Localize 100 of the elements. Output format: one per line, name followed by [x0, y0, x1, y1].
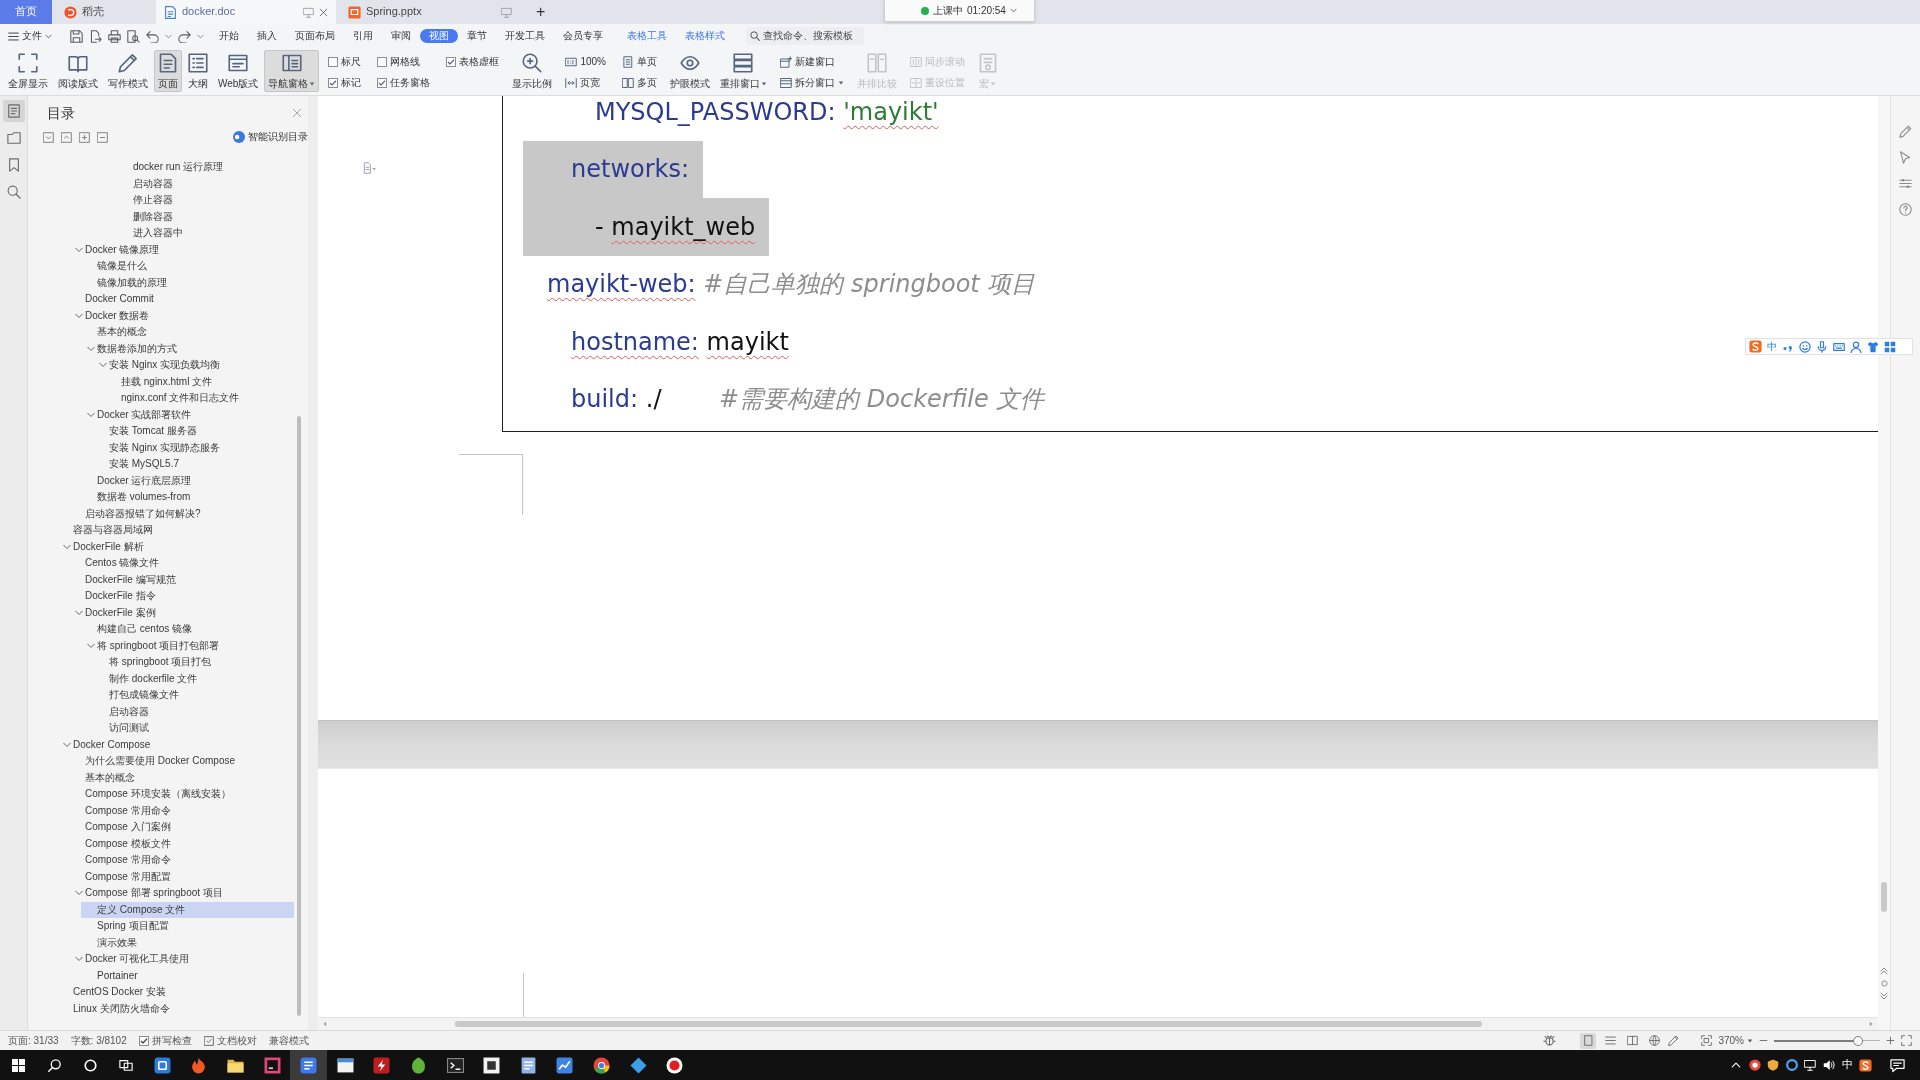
slider-thumb[interactable] — [1852, 1035, 1863, 1046]
outline-item[interactable]: DockerFile 案例 — [69, 604, 294, 621]
checkbox[interactable] — [328, 56, 339, 67]
ribbon-button[interactable]: 写作模式 — [104, 50, 152, 92]
chevron-icon[interactable] — [99, 361, 107, 370]
outline-item[interactable]: 镜像是什么 — [81, 258, 294, 275]
outline-item[interactable]: 数据卷 volumes-from — [81, 489, 294, 506]
outline-item[interactable]: 安装 MySQL5.7 — [93, 456, 294, 473]
horizontal-scrollbar[interactable] — [318, 1017, 1878, 1030]
ribbon-button[interactable]: 导航窗格 — [264, 50, 320, 92]
save-icon[interactable] — [70, 29, 83, 43]
keyboard-icon[interactable] — [1833, 340, 1845, 353]
chevron-icon[interactable] — [75, 245, 83, 254]
outline-item[interactable]: docker run 运行原理 — [117, 159, 294, 176]
chevron-icon[interactable] — [87, 641, 95, 650]
print-icon[interactable] — [108, 29, 121, 43]
scroll-left-icon[interactable] — [322, 1021, 328, 1027]
outline-item[interactable]: Portainer — [81, 967, 294, 984]
outline-item[interactable]: 基本的概念 — [69, 769, 294, 786]
ribbon-button[interactable]: Web版式 — [214, 50, 263, 92]
fit-page-icon[interactable] — [1701, 1035, 1713, 1046]
grid-icon[interactable] — [1884, 340, 1896, 353]
ribbon-button[interactable]: 页宽 — [563, 75, 608, 90]
outline-item[interactable]: Docker 实战部署软件 — [81, 406, 294, 423]
windows-logo-icon[interactable] — [11, 1058, 25, 1072]
ribbon-button[interactable]: 护眼模式 — [665, 50, 714, 92]
person-icon[interactable] — [1850, 340, 1862, 353]
chevron-icon[interactable] — [87, 410, 95, 419]
help-icon[interactable] — [1899, 203, 1912, 216]
shield-icon[interactable] — [1767, 1059, 1780, 1071]
outline-item[interactable]: Compose 模板文件 — [69, 835, 294, 852]
outline-item[interactable]: CentOS Docker 安装 — [57, 984, 294, 1001]
checkbox[interactable] — [377, 56, 388, 67]
side-tab[interactable] — [2, 100, 25, 122]
view-button[interactable] — [1580, 1032, 1597, 1049]
menu-tab[interactable]: 引用 — [344, 29, 382, 43]
document-tab[interactable]: docker.doc — [156, 0, 336, 24]
close-icon[interactable] — [292, 108, 302, 118]
outline-item[interactable]: Docker Commit — [69, 291, 294, 308]
export-icon[interactable] — [89, 29, 102, 43]
smiley-icon[interactable] — [1799, 340, 1811, 353]
menu-tab[interactable]: 表格工具 — [618, 29, 676, 43]
outline-item[interactable]: DockerFile 编写规范 — [69, 571, 294, 588]
pen-icon[interactable] — [1668, 1035, 1680, 1046]
scroll-right-icon[interactable] — [1868, 1021, 1874, 1027]
menu-tab[interactable]: 开始 — [210, 29, 248, 43]
chevron-icon[interactable] — [63, 542, 71, 551]
redo-icon[interactable] — [178, 29, 191, 43]
search-field[interactable]: 查找命令、搜索模板 — [746, 27, 864, 45]
print-preview-icon[interactable] — [127, 29, 140, 43]
outline-item[interactable]: Spring 项目配置 — [81, 918, 294, 935]
new-tab-button[interactable]: + — [524, 0, 558, 24]
caret-icon[interactable] — [1009, 7, 1017, 14]
menu-tab[interactable]: 会员专享 — [554, 29, 612, 43]
outline-item[interactable]: nginx.conf 文件和日志文件 — [105, 390, 294, 407]
outline-item[interactable]: Compose 入门案例 — [69, 819, 294, 836]
outline-item[interactable]: 启动容器 — [117, 175, 294, 192]
menu-tab[interactable]: 审阅 — [382, 29, 420, 43]
scrollbar-thumb[interactable] — [297, 416, 301, 1016]
chevron-up-icon[interactable] — [1731, 1060, 1742, 1070]
outline-item[interactable]: 数据卷添加的方式 — [81, 340, 294, 357]
double-chevron-up-icon[interactable] — [1880, 967, 1888, 975]
ribbon-button[interactable]: 重排窗口 — [715, 50, 771, 92]
outline-item[interactable]: 安装 Tomcat 服务器 — [93, 423, 294, 440]
outline-item[interactable]: Docker Compose — [57, 736, 294, 753]
outline-item[interactable]: Compose 常用配置 — [69, 868, 294, 885]
menu-tab[interactable]: 开发工具 — [496, 29, 554, 43]
outline-item[interactable]: 制作 dockerfile 文件 — [93, 670, 294, 687]
microphone-icon[interactable] — [1816, 340, 1828, 353]
chat-bubble-icon[interactable] — [1889, 1057, 1905, 1073]
ring-icon[interactable] — [1785, 1059, 1798, 1071]
boxed-chevron-up-icon[interactable] — [61, 131, 72, 143]
outline-item[interactable]: Docker 可视化工具使用 — [69, 951, 294, 968]
shirt-icon[interactable] — [1867, 340, 1879, 353]
outline-item[interactable]: 演示效果 — [81, 934, 294, 951]
outline-item[interactable]: 定义 Compose 文件 — [81, 901, 294, 918]
checkbox[interactable] — [138, 1035, 149, 1046]
zoom-level[interactable]: 370% — [1718, 1034, 1753, 1047]
input-mode-indicator[interactable]: 中 — [1767, 340, 1777, 353]
outline-item[interactable]: DockerFile 指令 — [69, 588, 294, 605]
outline-item[interactable]: Compose 环境安装（离线安装） — [69, 786, 294, 803]
outline-item[interactable]: 启动容器 — [93, 703, 294, 720]
outline-item[interactable]: Compose 常用命令 — [69, 852, 294, 869]
menu-tab[interactable]: 页面布局 — [286, 29, 344, 43]
outline-item[interactable]: Compose 部署 springboot 项目 — [69, 885, 294, 902]
ime-logo-icon[interactable] — [1859, 1058, 1873, 1072]
menu-tab[interactable]: 章节 — [458, 29, 496, 43]
outline-item[interactable]: Centos 镜像文件 — [69, 555, 294, 572]
ribbon-button[interactable]: 多页 — [619, 75, 659, 90]
smart-toc-button[interactable]: 智能识别目录 — [233, 131, 308, 143]
outline-item[interactable]: Docker 运行底层原理 — [81, 472, 294, 489]
outline-item[interactable]: 容器与容器局域网 — [57, 522, 294, 539]
compat-mode-button[interactable]: 兼容模式 — [268, 1034, 309, 1047]
caret-icon[interactable] — [309, 80, 316, 87]
menu-tab[interactable]: 插入 — [248, 29, 286, 43]
fullscreen-icon[interactable] — [1901, 1035, 1912, 1046]
double-chevron-down-icon[interactable] — [1880, 992, 1888, 1000]
chevron-icon[interactable] — [63, 740, 71, 749]
ribbon-button[interactable]: 页面 — [154, 50, 182, 92]
outline-item[interactable]: 打包成镜像文件 — [93, 687, 294, 704]
